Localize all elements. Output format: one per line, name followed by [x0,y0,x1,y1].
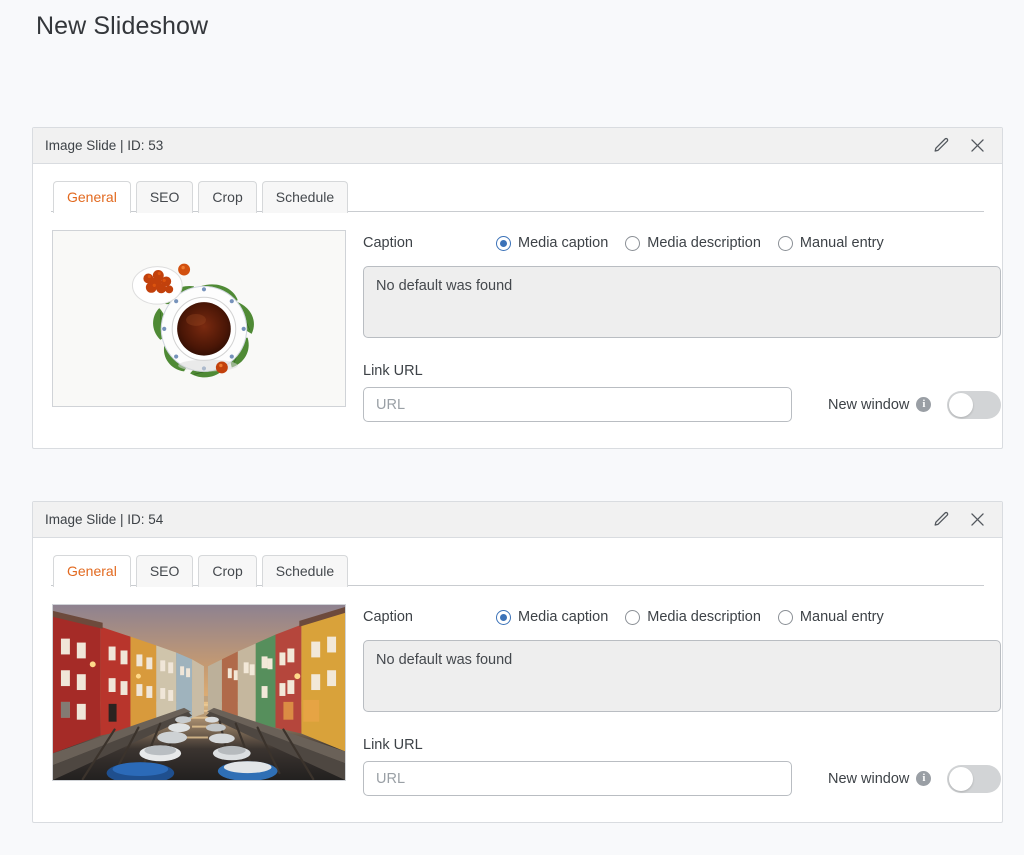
new-window-label: New window [828,771,909,787]
slide-header-actions [930,135,992,157]
page-title: New Slideshow [36,12,208,41]
radio-media-caption-label: Media caption [518,235,608,251]
slide-panel-header: Image Slide | ID: 54 [33,502,1002,538]
slide-tabs-strip: General SEO Crop Schedule [33,164,1002,212]
radio-media-caption[interactable]: Media caption [496,609,608,625]
slideshow-editor-page: New Slideshow Image Slide | ID: 53 G [0,0,1024,855]
canal-sunset-image [53,605,345,780]
link-url-label: Link URL [363,363,1001,379]
tab-schedule[interactable]: Schedule [262,181,348,213]
slide-fields-column: Caption Media caption Media description [363,230,1002,422]
radio-indicator-icon [778,610,793,625]
slide-panel: Image Slide | ID: 54 General SEO Crop [32,501,1003,823]
radio-manual-entry[interactable]: Manual entry [778,235,884,251]
link-url-row: New window i [363,761,1001,796]
caption-source-radio-group: Media caption Media description Manual e… [496,609,884,625]
link-url-input[interactable] [363,387,792,422]
slide-header-title: Image Slide | ID: 53 [45,138,930,153]
radio-media-caption[interactable]: Media caption [496,235,608,251]
link-url-row: New window i [363,387,1001,422]
new-window-group: New window i [828,391,1001,419]
radio-indicator-icon [496,236,511,251]
link-url-label: Link URL [363,737,1001,753]
radio-manual-entry-label: Manual entry [800,235,884,251]
tab-seo[interactable]: SEO [136,555,194,587]
caption-textarea[interactable] [363,266,1001,338]
radio-media-description[interactable]: Media description [625,235,761,251]
toggle-knob [949,767,973,791]
tab-crop[interactable]: Crop [198,181,256,213]
slide-thumbnail[interactable] [52,230,346,407]
slide-fields-column: Caption Media caption Media description [363,604,1002,796]
slide-panel-header: Image Slide | ID: 53 [33,128,1002,164]
caption-row: Caption Media caption Media description [363,604,1001,630]
slide-thumbnail-column [51,604,363,796]
slide-header-actions [930,509,992,531]
slide-tabs: General SEO Crop Schedule [51,554,984,586]
slide-header-title: Image Slide | ID: 54 [45,512,930,527]
caption-row: Caption Media caption Media description [363,230,1001,256]
slide-panel-body: Caption Media caption Media description [33,212,1002,448]
tab-general[interactable]: General [53,555,131,587]
slide-panel-body: Caption Media caption Media description [33,586,1002,822]
toggle-knob [949,393,973,417]
info-icon[interactable]: i [916,397,931,412]
slide-tabs: General SEO Crop Schedule [51,180,984,212]
radio-manual-entry[interactable]: Manual entry [778,609,884,625]
close-icon[interactable] [966,509,988,531]
radio-indicator-icon [496,610,511,625]
close-icon[interactable] [966,135,988,157]
radio-manual-entry-label: Manual entry [800,609,884,625]
radio-indicator-icon [625,236,640,251]
caption-label: Caption [363,609,413,625]
caption-source-radio-group: Media caption Media description Manual e… [496,235,884,251]
new-window-label: New window [828,397,909,413]
tab-crop[interactable]: Crop [198,555,256,587]
new-window-toggle[interactable] [947,765,1001,793]
slide-panel: Image Slide | ID: 53 General SEO Crop [32,127,1003,449]
caption-textarea[interactable] [363,640,1001,712]
link-url-input[interactable] [363,761,792,796]
tab-schedule[interactable]: Schedule [262,555,348,587]
tea-cup-image [53,231,345,406]
radio-media-description-label: Media description [647,609,761,625]
radio-indicator-icon [625,610,640,625]
pencil-icon[interactable] [930,135,952,157]
info-icon[interactable]: i [916,771,931,786]
slide-tabs-strip: General SEO Crop Schedule [33,538,1002,586]
new-window-group: New window i [828,765,1001,793]
radio-media-description[interactable]: Media description [625,609,761,625]
slide-thumbnail-column [51,230,363,422]
pencil-icon[interactable] [930,509,952,531]
caption-label: Caption [363,235,413,251]
slide-thumbnail[interactable] [52,604,346,781]
radio-media-description-label: Media description [647,235,761,251]
new-window-toggle[interactable] [947,391,1001,419]
tab-seo[interactable]: SEO [136,181,194,213]
radio-indicator-icon [778,236,793,251]
radio-media-caption-label: Media caption [518,609,608,625]
tab-general[interactable]: General [53,181,131,213]
